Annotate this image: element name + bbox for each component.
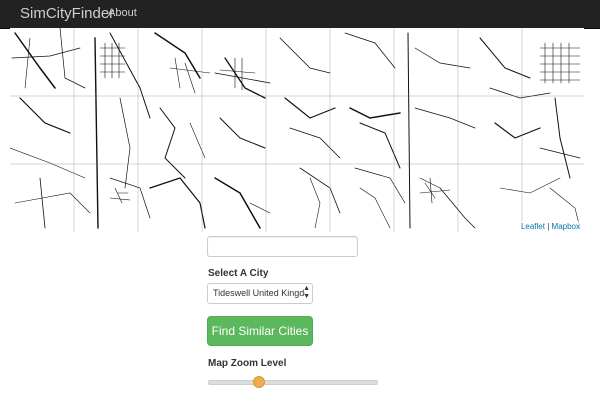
city-map-grid[interactable]: Leaflet | Mapbox xyxy=(10,28,584,232)
road-network-map xyxy=(10,28,584,232)
top-navbar: SimCityFinder About xyxy=(0,0,600,29)
attribution-separator: | xyxy=(547,222,550,231)
zoom-slider-track[interactable] xyxy=(208,380,378,385)
map-attribution: Leaflet | Mapbox xyxy=(516,221,584,232)
mapbox-link[interactable]: Mapbox xyxy=(552,222,580,231)
city-select[interactable]: Tideswell United Kingdom ▲▼ xyxy=(207,283,313,304)
city-search-input[interactable] xyxy=(207,236,358,257)
select-arrows-icon: ▲ ▼ xyxy=(303,285,310,300)
zoom-slider-thumb[interactable] xyxy=(253,376,266,388)
brand-link[interactable]: SimCityFinder xyxy=(20,5,114,22)
select-city-label: Select A City xyxy=(208,268,269,279)
find-similar-cities-button[interactable]: Find Similar Cities xyxy=(207,316,313,346)
city-select-value: Tideswell United Kingdom xyxy=(213,288,305,298)
nav-about-link[interactable]: About xyxy=(108,7,137,19)
leaflet-link[interactable]: Leaflet xyxy=(521,222,545,231)
map-zoom-label: Map Zoom Level xyxy=(208,358,287,369)
